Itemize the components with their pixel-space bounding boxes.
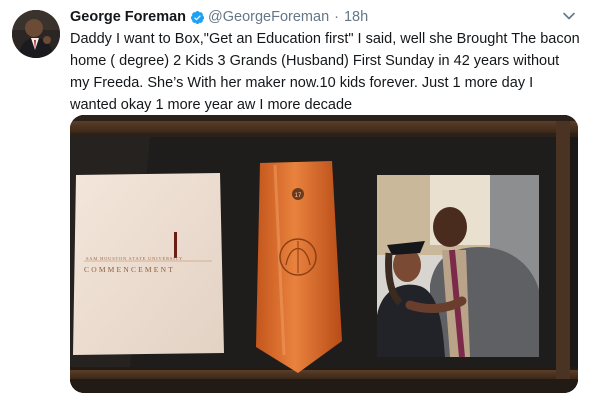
tweet-photo[interactable]: SAM HOUSTON STATE UNIVERSITY COMMENCEMEN… [70, 115, 578, 393]
program-commencement-text: COMMENCEMENT [84, 265, 175, 274]
author-name[interactable]: George Foreman [70, 9, 186, 25]
commencement-program: SAM HOUSTON STATE UNIVERSITY COMMENCEMEN… [73, 173, 224, 355]
tweet-text: Daddy I want to Box,"Get an Education fi… [70, 31, 580, 113]
avatar[interactable] [12, 10, 60, 58]
verified-badge-icon [190, 10, 205, 25]
graduation-stole: 17 [256, 161, 342, 373]
separator-dot: · [334, 9, 339, 25]
graduation-photo [377, 175, 539, 358]
program-university-text: SAM HOUSTON STATE UNIVERSITY [86, 256, 183, 261]
stole-emblem-text: 17 [295, 193, 302, 199]
chevron-down-icon[interactable] [562, 9, 576, 23]
author-handle[interactable]: @GeorgeForeman [208, 9, 329, 25]
timestamp[interactable]: 18h [344, 9, 368, 25]
tweet: George Foreman @GeorgeForeman · 18h Dadd… [0, 0, 590, 409]
tweet-header: George Foreman @GeorgeForeman · 18h [70, 7, 560, 27]
